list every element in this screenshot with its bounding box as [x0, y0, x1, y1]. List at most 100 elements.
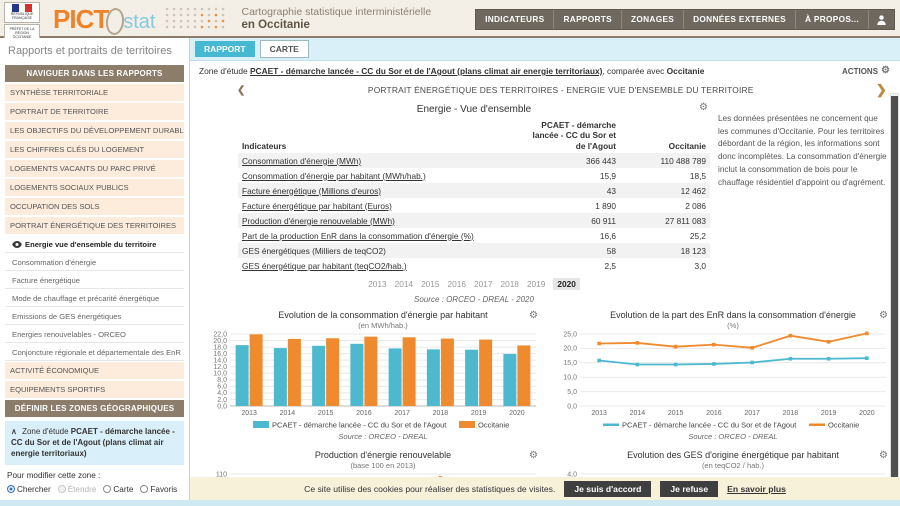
indicator-link[interactable]: Consommation d'énergie (MWh) [242, 156, 361, 166]
svg-text:Source : ORCEO - DREAL: Source : ORCEO - DREAL [338, 432, 427, 441]
value-occitanie: 3,0 [620, 258, 710, 273]
svg-text:2017: 2017 [394, 410, 410, 417]
sidebar-subitem-energies-renouvelables-orceo[interactable]: Energies renouvelables - ORCEO [5, 326, 184, 343]
svg-text:2015: 2015 [318, 410, 334, 417]
app-header: RÉPUBLIQUE FRANÇAISE PRÉFET DE LA RÉGION… [0, 0, 900, 38]
svg-text:10,0: 10,0 [213, 371, 227, 378]
sidebar-item-equipements-sportifs[interactable]: EQUIPEMENTS SPORTIFS [5, 381, 184, 398]
indicator-link[interactable]: Facture énergétique par habitant (Euros) [242, 201, 392, 211]
top-nav-item-rapports[interactable]: RAPPORTS [553, 10, 621, 29]
table-row: Facture énergétique par habitant (Euros)… [238, 198, 710, 213]
chart-svg-1: Evolution de la part des EnR dans la con… [546, 309, 894, 444]
actions-button[interactable]: ACTIONS⚙ [842, 66, 890, 76]
value-occitanie: 18,5 [620, 168, 710, 183]
svg-text:(en teqCO2 / hab.): (en teqCO2 / hab.) [702, 461, 765, 470]
sidebar-item-occupation-des-sols[interactable]: OCCUPATION DES SOLS [5, 198, 184, 215]
chart-gear-icon[interactable]: ⚙ [529, 451, 538, 461]
section-gear-icon[interactable]: ⚙ [699, 103, 708, 113]
cookie-accept-button[interactable]: Je suis d'accord [564, 481, 651, 497]
cookie-more-link[interactable]: En savoir plus [727, 484, 786, 494]
svg-text:2014: 2014 [630, 410, 646, 417]
vertical-scrollbar[interactable] [890, 93, 899, 500]
chart-gear-icon[interactable]: ⚙ [879, 451, 888, 461]
sidebar-subitem-mode-de-chauffage-et-precarite-energetique[interactable]: Mode de chauffage et précarité énergétiq… [5, 290, 184, 307]
sidebar-subitem-consommation-d-energie[interactable]: Consommation d'énergie [5, 254, 184, 271]
year-2020[interactable]: 2020 [553, 278, 579, 290]
year-2018[interactable]: 2018 [500, 279, 518, 289]
top-nav-item-a-propos[interactable]: À PROPOS... [795, 10, 868, 29]
picto-stat-logo[interactable]: PICTstat [53, 4, 155, 35]
svg-text:2018: 2018 [433, 410, 449, 417]
section-title: Energie - Vue d'ensemble [238, 99, 710, 118]
sidebar-item-les-chiffres-cles-du-logement[interactable]: LES CHIFFRES CLÉS DU LOGEMENT [5, 141, 184, 158]
svg-text:6,0: 6,0 [217, 384, 227, 391]
sidebar-item-les-objectifs-du-developpement-durable-odd[interactable]: LES OBJECTIFS DU DÉVELOPPEMENT DURABLE (… [5, 122, 184, 139]
table-row: Production d'énergie renouvelable (MWh)6… [238, 213, 710, 228]
zone-mode-radios: ChercherÉtendreCarteFavoris [0, 481, 189, 498]
tab-rapport[interactable]: RAPPORT [195, 41, 255, 57]
user-account-icon[interactable] [868, 10, 894, 29]
year-2013[interactable]: 2013 [368, 279, 386, 289]
indicator-link[interactable]: Production d'énergie renouvelable (MWh) [242, 216, 395, 226]
report-title: PORTRAIT ÉNERGÉTIQUE DES TERRITOIRES - E… [246, 85, 876, 95]
year-2019[interactable]: 2019 [527, 279, 545, 289]
top-nav-item-indicateurs[interactable]: INDICATEURS [476, 10, 553, 29]
zone-etude-panel[interactable]: ∧ Zone d'étude PCAET - démarche lancée -… [5, 421, 184, 465]
svg-text:Source : ORCEO - DREAL: Source : ORCEO - DREAL [688, 432, 777, 441]
cookie-refuse-button[interactable]: Je refuse [660, 481, 718, 497]
chart-cell-evolution-de-la-consommation-d-energie-par-habitant: Evolution de la consommation d'énergie p… [196, 309, 546, 449]
radio-circle-icon [103, 485, 111, 493]
year-2016[interactable]: 2016 [448, 279, 466, 289]
top-nav-item-donnees-externes[interactable]: DONNÉES EXTERNES [683, 10, 795, 29]
zone-etude-label: Zone d'étude [22, 427, 68, 436]
sidebar-zones-header: DÉFINIR LES ZONES GÉOGRAPHIQUES [5, 400, 184, 417]
scrollbar-thumb[interactable] [891, 96, 898, 496]
sidebar-item-portrait-energetique-des-territoires[interactable]: PORTRAIT ÉNERGÉTIQUE DES TERRITOIRES [5, 217, 184, 234]
french-flag-icon [12, 4, 32, 12]
indicator-link[interactable]: Facture énergétique (Millions d'euros) [242, 186, 381, 196]
svg-text:Evolution de la consommation d: Evolution de la consommation d'énergie p… [278, 310, 488, 320]
year-2017[interactable]: 2017 [474, 279, 492, 289]
year-selector: 2013 2014 2015 2016 2017 2018 2019 2020 [238, 273, 710, 291]
value-pcaet: 1 890 [525, 198, 620, 213]
sidebar-item-logements-sociaux-publics[interactable]: LOGEMENTS SOCIAUX PUBLICS [5, 179, 184, 196]
value-occitanie: 18 123 [620, 243, 710, 258]
sidebar-item-activite-economique[interactable]: ACTIVITÉ ÉCONOMIQUE [5, 362, 184, 379]
sidebar-subitem-emissions-de-ges-energetiques[interactable]: Emissions de GES énergétiques [5, 308, 184, 325]
year-2015[interactable]: 2015 [421, 279, 439, 289]
indicator-table-panel: Energie - Vue d'ensemble ⚙ IndicateursPC… [238, 99, 710, 308]
report-prev-chevron-icon[interactable]: ❮ [237, 85, 246, 96]
sidebar-subitem-conjoncture-regionale-et-departementale-des-enr[interactable]: Conjoncture régionale et départementale … [5, 344, 184, 361]
svg-text:Occitanie: Occitanie [478, 421, 509, 430]
radio-chercher[interactable]: Chercher [7, 485, 51, 494]
chart-svg-0: Evolution de la consommation d'énergie p… [196, 309, 544, 444]
svg-text:0,0: 0,0 [217, 403, 227, 410]
tab-carte[interactable]: CARTE [260, 40, 309, 58]
top-nav-item-zonages[interactable]: ZONAGES [621, 10, 683, 29]
sidebar-subitem-energie-vue-d-ensemble-du-territoire[interactable]: Energie vue d'ensemble du territoire [5, 236, 184, 253]
indicator-link[interactable]: GES énergétique par habitant (teqCO2/hab… [242, 261, 407, 271]
indicator-label: GES énergétique par habitant (teqCO2/hab… [238, 258, 525, 273]
sidebar-item-synthese-territoriale[interactable]: SYNTHÈSE TERRITORIALE [5, 84, 184, 101]
sidebar-item-logements-vacants-du-parc-prive[interactable]: LOGEMENTS VACANTS DU PARC PRIVÉ [5, 160, 184, 177]
report-next-chevron-icon[interactable]: ❯ [876, 82, 887, 98]
zone-summary-link[interactable]: PCAET - démarche lancée - CC du Sor et d… [250, 66, 602, 76]
svg-text:(%): (%) [727, 321, 739, 330]
radio-carte[interactable]: Carte [103, 485, 133, 494]
table-row: GES énergétique par habitant (teqCO2/hab… [238, 258, 710, 273]
table-header-2: Occitanie [620, 118, 710, 153]
value-occitanie: 27 811 083 [620, 213, 710, 228]
indicator-link[interactable]: Part de la production EnR dans la consom… [242, 231, 474, 241]
indicator-link[interactable]: Consommation d'énergie par habitant (MWh… [242, 171, 426, 181]
top-nav: INDICATEURSRAPPORTSZONAGESDONNÉES EXTERN… [475, 9, 895, 30]
value-pcaet: 16,6 [525, 228, 620, 243]
zone-summary-compare-name: Occitanie [667, 66, 705, 76]
sidebar-subitem-facture-energetique[interactable]: Facture énergétique [5, 272, 184, 289]
year-2014[interactable]: 2014 [395, 279, 413, 289]
radio-favoris[interactable]: Favoris [140, 485, 177, 494]
indicator-label: Part de la production EnR dans la consom… [238, 228, 525, 243]
table-row: Consommation d'énergie (MWh)366 443110 4… [238, 153, 710, 168]
chart-gear-icon[interactable]: ⚙ [529, 311, 538, 321]
chart-gear-icon[interactable]: ⚙ [879, 311, 888, 321]
sidebar-item-portrait-de-territoire[interactable]: PORTRAIT DE TERRITOIRE [5, 103, 184, 120]
